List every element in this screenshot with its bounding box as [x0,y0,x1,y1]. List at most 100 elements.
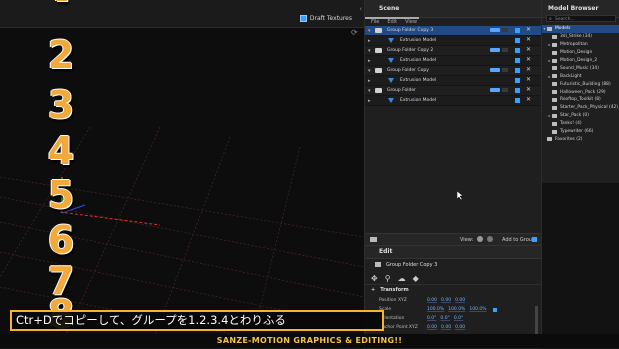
tree-item-label: Typewriter (66) [560,129,594,135]
extruded-digit[interactable]: 1 [45,0,77,7]
scene-panel-title[interactable]: Scene [365,0,541,19]
prop-value-z[interactable]: 100.0% [469,307,486,312]
scene-row-label: Extrusion Model [400,78,437,83]
visibility-toggle[interactable] [515,38,520,43]
visibility-toggle[interactable] [515,98,520,103]
scene-row-folder[interactable]: ▾ Group Folder ✕ [365,86,541,96]
tree-item[interactable]: Typewriter (66) [542,128,619,136]
model-icon [388,98,394,103]
delete-icon[interactable]: ✕ [526,56,531,63]
delete-icon[interactable]: ✕ [526,66,531,73]
tree-item-models[interactable]: ▾ Models [542,25,619,33]
extruded-digit[interactable]: 4 [45,129,77,173]
lock-scale-icon[interactable] [492,308,497,312]
delete-icon[interactable]: ✕ [526,36,531,43]
link-icon[interactable]: ⚲ [385,274,391,283]
layer-tag-icon[interactable] [490,28,500,32]
expand-arrow-icon[interactable]: ▸ [368,38,374,44]
add-to-group-checkbox[interactable] [532,237,537,242]
tree-item[interactable]: Starter_Pack_Physical (42) [542,104,619,112]
tree-item[interactable]: ▸ BackLight [542,72,619,80]
scene-row-model[interactable]: ▸ Extrusion Model ✕ [365,56,541,66]
tree-item-favorites[interactable]: Favorites (2) [542,135,619,143]
prop-value-z[interactable]: 0.0° [454,316,463,321]
view-mode-button[interactable] [477,236,483,242]
scene-row-model[interactable]: ▸ Extrusion Model ✕ [365,96,541,106]
extruded-digit[interactable]: 2 [45,33,77,77]
prop-value-x[interactable]: 0.00 [427,298,437,303]
extruded-digit[interactable]: 3 [45,83,77,127]
transform-section-header[interactable]: + Transform [371,287,409,293]
delete-icon[interactable]: ✕ [526,86,531,93]
tree-item-label: Metropolitan [560,42,588,48]
expand-arrow-icon[interactable]: ▾ [368,28,374,34]
expand-arrow-icon[interactable]: ▸ [368,98,374,104]
tree-item[interactable]: 3di_Strike (34) [542,33,619,41]
tree-item[interactable]: Tanks! (4) [542,120,619,128]
tree-item[interactable]: ▸ Motion_Design_2 [542,57,619,65]
prop-value-x[interactable]: 0.00 [427,325,437,330]
move-icon[interactable]: ✥ [371,274,378,283]
view-mode-button-2[interactable] [487,236,493,242]
delete-icon[interactable]: ✕ [526,46,531,53]
tree-item[interactable]: ▸ Metropolitan [542,41,619,49]
new-folder-icon[interactable] [370,237,377,242]
visibility-toggle[interactable] [515,48,520,53]
extruded-digit[interactable]: 6 [45,218,77,262]
prop-value-x[interactable]: 100.0% [427,307,444,312]
expand-arrow-icon[interactable]: ▸ [368,58,374,64]
visibility-toggle[interactable] [515,88,520,93]
tree-item[interactable]: Halloween_Pack (29) [542,88,619,96]
dropdown-icon[interactable] [502,88,508,92]
prop-value-x[interactable]: 0.0° [427,316,436,321]
delete-icon[interactable]: ✕ [526,76,531,83]
extruded-digit[interactable]: 5 [45,173,77,217]
expand-arrow-icon[interactable]: ▾ [368,68,374,74]
model-search-input[interactable]: ⌕ Search... [546,15,616,22]
3d-viewport[interactable]: ‹ Draft Textures ⟳ 1 2 3 4 5 6 7 8 [0,0,364,348]
prop-value-z[interactable]: 0.00 [455,325,465,330]
dropdown-icon[interactable] [502,28,508,32]
prop-value-y[interactable]: 100.0% [448,307,465,312]
scene-row-model[interactable]: ▸ Extrusion Model ✕ [365,36,541,46]
visibility-toggle[interactable] [515,28,520,33]
folder-icon [375,262,381,267]
layer-tag-icon[interactable] [490,68,500,72]
animation-icon[interactable]: ◆ [413,274,419,283]
checkbox-icon[interactable] [299,15,307,22]
dropdown-icon[interactable] [502,68,508,72]
tree-item[interactable]: ▸ Star_Pack (0) [542,112,619,120]
expand-arrow-icon[interactable]: ▸ [368,78,374,84]
tree-item-label: Rooftop_Toolkit (8) [560,97,601,103]
prop-value-z[interactable]: 0.00 [455,298,465,303]
scene-row-folder[interactable]: ▾ Group Folder Copy 2 ✕ [365,46,541,56]
folder-icon [552,66,557,71]
dropdown-icon[interactable] [502,48,508,52]
delete-icon[interactable]: ✕ [526,26,531,33]
prop-value-y[interactable]: 0.00 [441,325,451,330]
add-to-group-button[interactable]: Add to Group [502,237,535,243]
layer-tag-icon[interactable] [490,48,500,52]
tree-item[interactable]: Motion_Design [542,49,619,57]
prop-value-y[interactable]: 0.0° [440,316,449,321]
visibility-toggle[interactable] [515,68,520,73]
collapse-icon[interactable]: ‹ [359,5,362,13]
material-icon[interactable]: ☁ [398,274,406,283]
model-tree: ▾ Models 3di_Strike (34) ▸ Metropolitan M… [542,25,619,143]
visibility-toggle[interactable] [515,58,520,63]
collapse-icon[interactable]: + [371,287,375,293]
scene-row-folder[interactable]: ▾ Group Folder Copy 3 ✕ [365,26,541,36]
scene-row-model[interactable]: ▸ Extrusion Model ✕ [365,76,541,86]
draft-textures-toggle[interactable]: Draft Textures [299,15,352,22]
visibility-toggle[interactable] [515,78,520,83]
layer-tag-icon[interactable] [490,88,500,92]
delete-icon[interactable]: ✕ [526,96,531,103]
expand-arrow-icon[interactable]: ▾ [368,88,374,94]
edit-panel-title[interactable]: Edit [365,246,541,259]
tree-item[interactable]: Rooftop_Toolkit (8) [542,96,619,104]
tree-item[interactable]: Sound_Music (34) [542,64,619,72]
tree-item[interactable]: Futuristic_Building (88) [542,80,619,88]
expand-arrow-icon[interactable]: ▾ [368,48,374,54]
prop-value-y[interactable]: 0.00 [441,298,451,303]
scene-row-folder[interactable]: ▾ Group Folder Copy ✕ [365,66,541,76]
